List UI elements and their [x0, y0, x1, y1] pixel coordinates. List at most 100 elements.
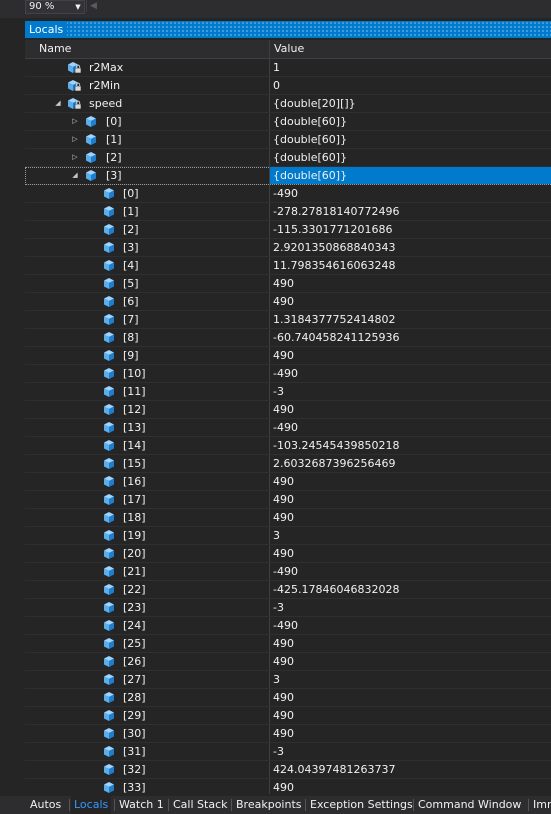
variable-value[interactable]: -60.740458241125936 [273, 329, 399, 346]
locals-row[interactable]: [32] 424.04397481263737 [25, 761, 551, 779]
variable-value[interactable]: 490 [273, 293, 294, 310]
locals-row[interactable]: [23] -3 [25, 599, 551, 617]
variable-value[interactable]: 424.04397481263737 [273, 761, 395, 778]
variable-value[interactable]: -3 [273, 743, 284, 760]
variable-value[interactable]: 490 [273, 545, 294, 562]
variable-value[interactable]: {double[60]} [273, 167, 347, 184]
locals-row[interactable]: ▷ [0] {double[60]} [25, 113, 551, 131]
expand-arrow-icon[interactable]: ▷ [70, 131, 80, 148]
locals-row[interactable]: [15] 2.6032687396256469 [25, 455, 551, 473]
locals-row[interactable]: r2Min 0 [25, 77, 551, 95]
locals-row[interactable]: [30] 490 [25, 725, 551, 743]
locals-row[interactable]: [12] 490 [25, 401, 551, 419]
locals-row[interactable]: [11] -3 [25, 383, 551, 401]
variable-value[interactable]: 0 [273, 77, 280, 94]
locals-row[interactable]: [9] 490 [25, 347, 551, 365]
variable-value[interactable]: 490 [273, 401, 294, 418]
variable-value[interactable]: 490 [273, 635, 294, 652]
variable-value[interactable]: {double[20][]} [273, 95, 356, 112]
locals-row[interactable]: [14] -103.24545439850218 [25, 437, 551, 455]
locals-row[interactable]: [26] 490 [25, 653, 551, 671]
variable-value[interactable]: -490 [273, 419, 298, 436]
variable-value[interactable]: 2.6032687396256469 [273, 455, 395, 472]
locals-row[interactable]: ◢ [3] {double[60]} [25, 167, 551, 185]
variable-value[interactable]: 11.798354616063248 [273, 257, 395, 274]
locals-row[interactable]: [8] -60.740458241125936 [25, 329, 551, 347]
locals-row[interactable]: [1] -278.27818140772496 [25, 203, 551, 221]
locals-row[interactable]: [22] -425.17846046832028 [25, 581, 551, 599]
variable-value[interactable]: 490 [273, 275, 294, 292]
variable-value[interactable]: 3 [273, 527, 280, 544]
variable-value[interactable]: {double[60]} [273, 131, 347, 148]
variable-value[interactable]: {double[60]} [273, 149, 347, 166]
locals-row[interactable]: [31] -3 [25, 743, 551, 761]
expand-arrow-icon[interactable]: ▷ [70, 149, 80, 166]
locals-row[interactable]: [5] 490 [25, 275, 551, 293]
locals-row[interactable]: [19] 3 [25, 527, 551, 545]
variable-value[interactable]: -3 [273, 383, 284, 400]
tab-locals[interactable]: Locals [71, 796, 112, 814]
variable-value[interactable]: 1 [273, 59, 280, 76]
locals-row[interactable]: [21] -490 [25, 563, 551, 581]
variable-value[interactable]: -103.24545439850218 [273, 437, 399, 454]
tab-imr[interactable]: Imr [533, 796, 551, 814]
chevron-down-icon[interactable]: ▼ [73, 1, 83, 13]
locals-row[interactable]: [0] -490 [25, 185, 551, 203]
scroll-left-icon[interactable]: ◀ [90, 0, 97, 12]
variable-value[interactable]: 490 [273, 347, 294, 364]
locals-row[interactable]: [3] 2.9201350868840343 [25, 239, 551, 257]
locals-row[interactable]: [28] 490 [25, 689, 551, 707]
tab-autos[interactable]: Autos [30, 796, 61, 814]
locals-row[interactable]: [20] 490 [25, 545, 551, 563]
tab-breakpoints[interactable]: Breakpoints [236, 796, 302, 814]
variable-value[interactable]: -490 [273, 185, 298, 202]
variable-value[interactable]: 490 [273, 707, 294, 724]
locals-row[interactable]: [7] 1.3184377752414802 [25, 311, 551, 329]
locals-row[interactable]: [29] 490 [25, 707, 551, 725]
variable-value[interactable]: -490 [273, 617, 298, 634]
variable-value[interactable]: 490 [273, 779, 294, 794]
locals-row[interactable]: [10] -490 [25, 365, 551, 383]
locals-row[interactable]: [13] -490 [25, 419, 551, 437]
locals-row[interactable]: [27] 3 [25, 671, 551, 689]
variable-value[interactable]: 2.9201350868840343 [273, 239, 395, 256]
tab-watch-1[interactable]: Watch 1 [119, 796, 164, 814]
locals-row[interactable]: r2Max 1 [25, 59, 551, 77]
locals-row[interactable]: [18] 490 [25, 509, 551, 527]
variable-value[interactable]: -425.17846046832028 [273, 581, 399, 598]
variable-value[interactable]: 490 [273, 653, 294, 670]
variable-value[interactable]: 490 [273, 491, 294, 508]
locals-row[interactable]: [4] 11.798354616063248 [25, 257, 551, 275]
locals-row[interactable]: [16] 490 [25, 473, 551, 491]
locals-row[interactable]: [6] 490 [25, 293, 551, 311]
expand-arrow-icon[interactable]: ▷ [70, 113, 80, 130]
locals-row[interactable]: ▷ [1] {double[60]} [25, 131, 551, 149]
locals-row[interactable]: [17] 490 [25, 491, 551, 509]
tab-call-stack[interactable]: Call Stack [173, 796, 227, 814]
locals-row[interactable]: [2] -115.3301771201686 [25, 221, 551, 239]
variable-value[interactable]: 1.3184377752414802 [273, 311, 395, 328]
column-header-value[interactable]: Value [274, 40, 304, 58]
locals-row[interactable]: [25] 490 [25, 635, 551, 653]
column-divider[interactable] [269, 40, 270, 58]
collapse-arrow-icon[interactable]: ◢ [53, 95, 63, 112]
variable-value[interactable]: {double[60]} [273, 113, 347, 130]
variable-value[interactable]: -490 [273, 563, 298, 580]
collapse-arrow-icon[interactable]: ◢ [70, 167, 80, 184]
locals-row[interactable]: ▷ [2] {double[60]} [25, 149, 551, 167]
panel-title-bar[interactable]: Locals [25, 21, 551, 38]
variable-value[interactable]: 3 [273, 671, 280, 688]
variable-value[interactable]: 490 [273, 509, 294, 526]
variable-value[interactable]: 490 [273, 689, 294, 706]
locals-row[interactable]: [33] 490 [25, 779, 551, 794]
locals-row[interactable]: ◢ speed {double[20][]} [25, 95, 551, 113]
column-header-name[interactable]: Name [39, 40, 71, 58]
tab-command-window[interactable]: Command Window [418, 796, 521, 814]
locals-row[interactable]: [24] -490 [25, 617, 551, 635]
variable-value[interactable]: 490 [273, 725, 294, 742]
variable-value[interactable]: 490 [273, 473, 294, 490]
zoom-dropdown[interactable]: 90 % ▼ [25, 0, 85, 14]
tab-exception-settings[interactable]: Exception Settings [310, 796, 413, 814]
variable-value[interactable]: -278.27818140772496 [273, 203, 399, 220]
variable-value[interactable]: -3 [273, 599, 284, 616]
